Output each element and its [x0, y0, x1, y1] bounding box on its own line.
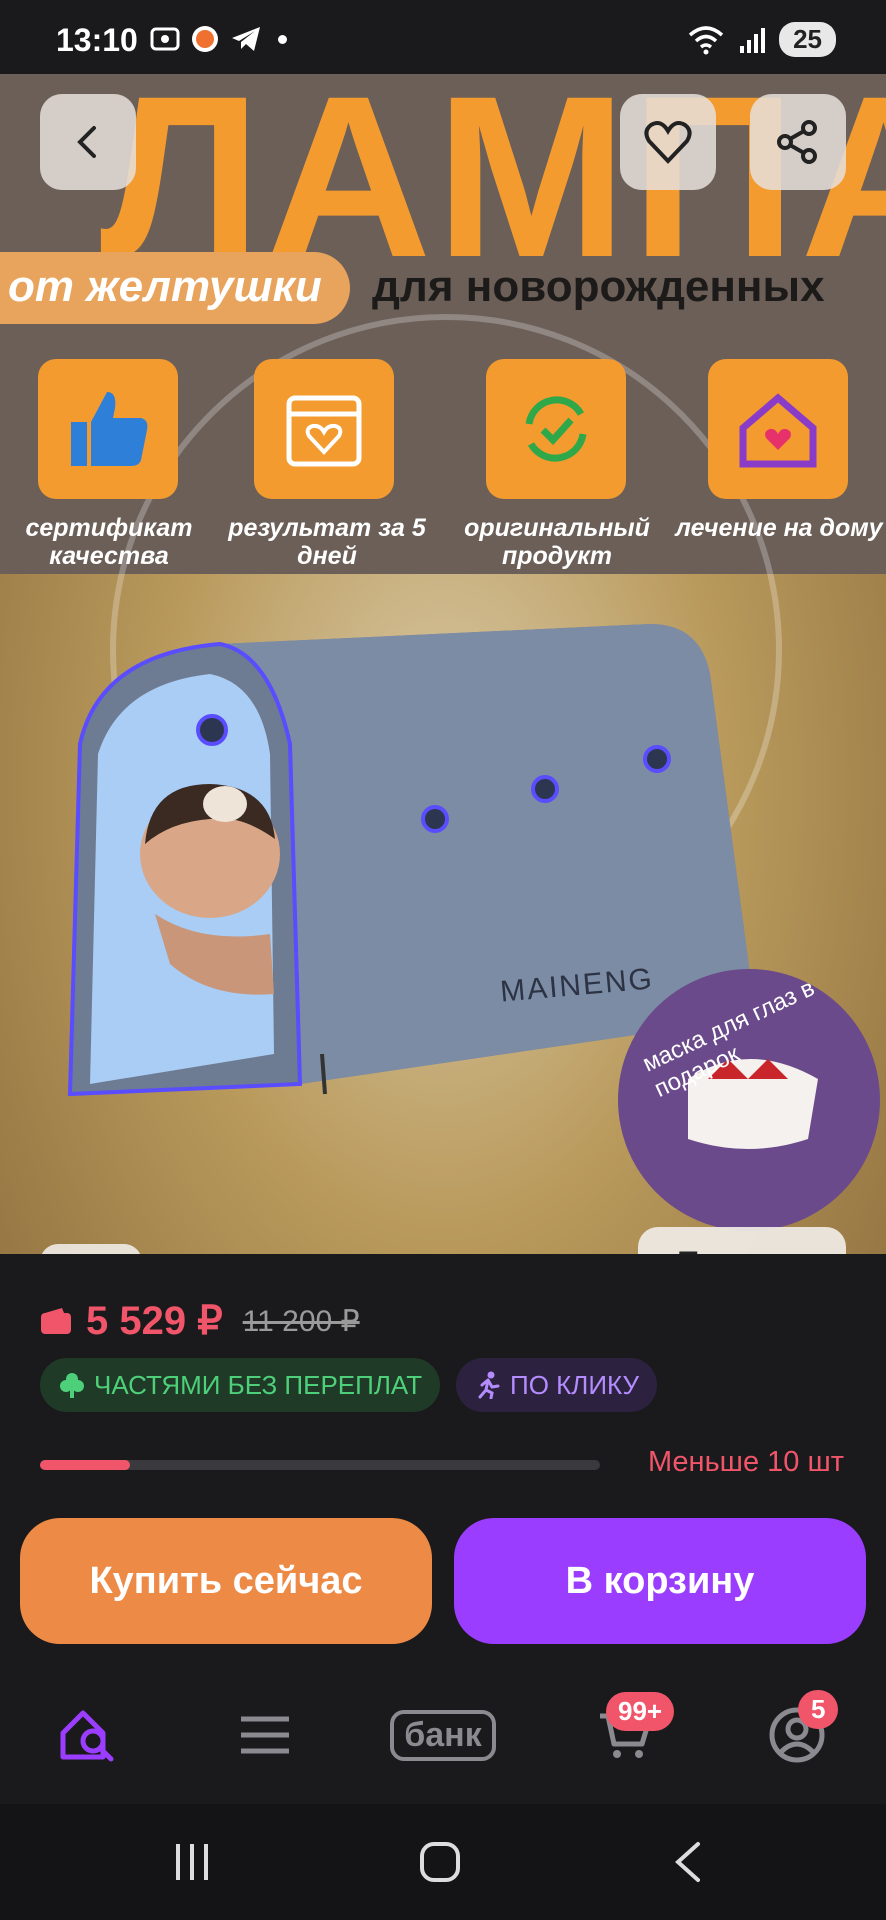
buy-now-button[interactable]: Купить сейчас: [20, 1518, 432, 1644]
current-price: 5 529 ₽: [86, 1299, 223, 1343]
share-button[interactable]: [750, 94, 846, 190]
calendar-heart-icon: [286, 395, 362, 467]
feature-label-home: лечение на дому: [675, 514, 883, 542]
hero-subtitle-left: от желтушки: [0, 252, 350, 324]
chevron-left-icon: [77, 126, 96, 158]
bank-label: банк: [390, 1709, 496, 1761]
system-back-icon[interactable]: [668, 1840, 708, 1884]
action-bar: Купить сейчас В корзину: [0, 1504, 886, 1664]
old-price: 11 200 ₽: [242, 1304, 360, 1338]
clover-icon: [60, 1373, 84, 1398]
notification-icons: [150, 24, 287, 54]
bottom-nav: банк 99+ 5: [0, 1664, 886, 1804]
refresh-check-icon: [525, 396, 587, 462]
image-counter: 1 / 6: [40, 1244, 142, 1254]
feature-certificate: [38, 359, 178, 499]
home-heart-icon: [739, 393, 817, 468]
telegram-icon: [232, 27, 260, 51]
heart-icon: [644, 121, 692, 164]
similar-button[interactable]: Похожие: [638, 1227, 846, 1254]
recent-apps-icon[interactable]: [170, 1840, 214, 1884]
stock-progress-bar: [40, 1460, 600, 1470]
app-notification-icon: [192, 26, 218, 52]
nav-home-search[interactable]: [44, 1700, 134, 1770]
one-click-chip[interactable]: ПО КЛИКУ: [456, 1358, 657, 1412]
price-section: 5 529 ₽ 11 200 ₽ ЧАСТЯМИ БЕЗ ПЕРЕПЛАТ ПО…: [0, 1254, 886, 1504]
thumbs-up-icon: [71, 392, 148, 466]
nav-catalog[interactable]: [220, 1700, 310, 1770]
status-right: 25: [687, 22, 836, 57]
add-to-cart-button[interactable]: В корзину: [454, 1518, 866, 1644]
back-button[interactable]: [40, 94, 136, 190]
more-notifications-dot: [278, 34, 287, 44]
feature-original: [486, 359, 626, 499]
home-search-icon: [60, 1710, 114, 1762]
wallet-icon: [41, 1308, 71, 1334]
menu-icon: [241, 1716, 289, 1754]
signal-icon: [740, 27, 766, 53]
product-image-gallery[interactable]: ЛАМПА от желтушки для новорожденных серт…: [0, 74, 886, 1254]
home-button-icon[interactable]: [418, 1840, 462, 1884]
cart-badge: 99+: [606, 1692, 675, 1731]
system-nav-bar: [0, 1804, 886, 1920]
screenshot-icon: [150, 27, 180, 51]
installments-chip[interactable]: ЧАСТЯМИ БЕЗ ПЕРЕПЛАТ: [40, 1358, 441, 1412]
running-person-icon: [478, 1371, 500, 1399]
stock-progress-fill: [40, 1460, 130, 1470]
price-row: 5 529 ₽ 11 200 ₽: [40, 1298, 360, 1344]
favorite-button[interactable]: [620, 94, 716, 190]
stock-text: Меньше 10 шт: [647, 1446, 844, 1478]
feature-label-certificate: сертификат качества: [25, 514, 193, 570]
hero-subtitle-right: для новорожденных: [372, 262, 825, 311]
battery-indicator: 25: [779, 22, 836, 57]
feature-label-result: результат за 5 дней: [228, 514, 426, 570]
share-icon: [777, 120, 817, 164]
nav-bank[interactable]: банк: [378, 1700, 508, 1770]
feature-label-original: оригинальный продукт: [464, 514, 650, 570]
feature-home: [708, 359, 848, 499]
wifi-icon: [688, 25, 724, 54]
profile-badge: 5: [798, 1690, 839, 1729]
status-bar: 13:10 25: [0, 0, 886, 74]
status-time: 13:10: [56, 22, 138, 58]
feature-result: [254, 359, 394, 499]
